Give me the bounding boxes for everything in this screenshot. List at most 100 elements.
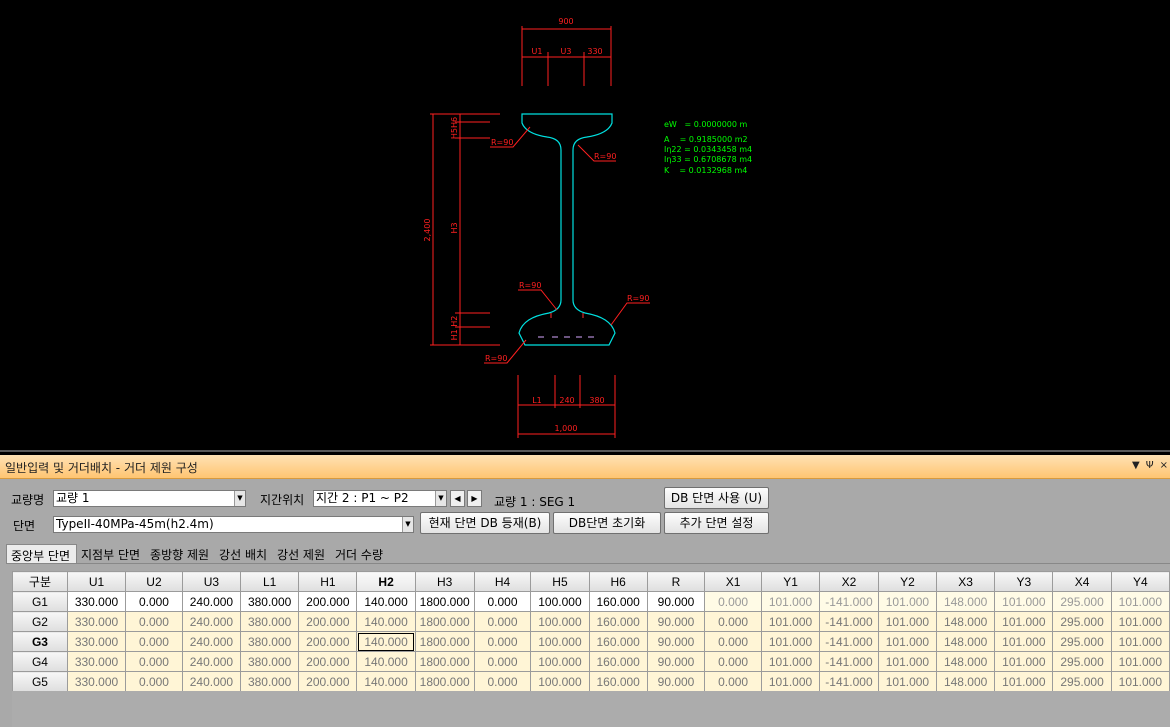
chevron-down-icon[interactable]: ▼ xyxy=(402,517,413,532)
table-cell[interactable]: 200.000 xyxy=(298,591,358,612)
table-cell[interactable]: 90.000 xyxy=(646,651,706,672)
table-row[interactable]: G1 330.000 0.000 240.000 380.000 200.000 140.0… xyxy=(12,591,1170,612)
table-cell[interactable]: 140.000 xyxy=(356,611,416,632)
table-cell[interactable]: 240.000 xyxy=(181,611,242,632)
chevron-down-icon[interactable]: ▼ xyxy=(234,491,245,506)
column-header[interactable]: H1 xyxy=(298,571,358,592)
table-cell[interactable]: 148.000 xyxy=(936,651,996,672)
table-cell[interactable]: 101.000 xyxy=(1110,611,1170,632)
column-header[interactable]: X3 xyxy=(936,571,996,592)
table-cell[interactable]: 160.000 xyxy=(588,671,648,691)
column-header[interactable]: U2 xyxy=(125,571,183,592)
column-header[interactable]: 구분 xyxy=(12,571,68,592)
table-cell[interactable]: 0.000 xyxy=(704,611,762,632)
tab-girder-quantity[interactable]: 거더 수량 xyxy=(331,544,389,564)
table-cell[interactable]: 160.000 xyxy=(588,591,648,612)
tab-longitudinal[interactable]: 종방향 제원 xyxy=(146,544,215,564)
close-icon[interactable]: × xyxy=(1160,460,1168,471)
table-cell[interactable]: 200.000 xyxy=(298,631,358,652)
table-cell[interactable]: 0.000 xyxy=(473,591,532,612)
table-cell[interactable]: 101.000 xyxy=(994,651,1054,672)
tab-tendon-layout[interactable]: 강선 배치 xyxy=(215,544,273,564)
table-cell[interactable]: 240.000 xyxy=(181,591,242,612)
table-cell[interactable]: 101.000 xyxy=(877,651,938,672)
table-cell[interactable]: 0.000 xyxy=(473,631,532,652)
table-cell[interactable]: 101.000 xyxy=(877,611,938,632)
row-header[interactable]: G5 xyxy=(12,671,68,691)
table-cell[interactable]: 101.000 xyxy=(994,611,1054,632)
column-header[interactable]: H6 xyxy=(588,571,648,592)
column-header[interactable]: U1 xyxy=(66,571,127,592)
row-header[interactable]: G3 xyxy=(12,631,68,652)
table-row[interactable]: G4 330.000 0.000 240.000 380.000 200.000 140.0… xyxy=(12,651,1170,672)
table-cell[interactable]: 0.000 xyxy=(704,591,762,612)
table-cell[interactable]: 148.000 xyxy=(936,631,996,652)
pin-icon[interactable]: Ψ xyxy=(1146,460,1154,471)
table-cell[interactable]: 140.000 xyxy=(356,671,416,691)
table-cell[interactable]: 100.000 xyxy=(530,591,590,612)
table-cell[interactable]: 295.000 xyxy=(1052,611,1112,632)
table-cell[interactable]: 100.000 xyxy=(530,651,590,672)
table-cell[interactable]: 0.000 xyxy=(473,611,532,632)
table-cell[interactable]: -141.000 xyxy=(819,671,879,691)
table-cell[interactable]: 90.000 xyxy=(646,611,706,632)
table-cell[interactable]: 101.000 xyxy=(1110,671,1170,691)
table-cell[interactable]: 0.000 xyxy=(473,651,532,672)
table-cell[interactable]: 330.000 xyxy=(66,611,127,632)
column-header[interactable]: L1 xyxy=(240,571,300,592)
table-cell[interactable]: 101.000 xyxy=(760,651,821,672)
table-cell[interactable]: 148.000 xyxy=(936,611,996,632)
row-header[interactable]: G4 xyxy=(12,651,68,672)
table-cell[interactable]: 0.000 xyxy=(125,591,183,612)
table-cell[interactable]: 101.000 xyxy=(760,611,821,632)
table-cell[interactable]: 380.000 xyxy=(240,631,300,652)
table-cell[interactable]: 101.000 xyxy=(1110,631,1170,652)
table-cell[interactable]: 330.000 xyxy=(66,631,127,652)
table-cell[interactable]: 1800.000 xyxy=(414,671,475,691)
table-cell[interactable]: 240.000 xyxy=(181,631,242,652)
table-cell[interactable]: 101.000 xyxy=(994,671,1054,691)
table-cell[interactable]: 0.000 xyxy=(704,651,762,672)
column-header[interactable]: H3 xyxy=(414,571,475,592)
row-header[interactable]: G2 xyxy=(12,611,68,632)
table-cell[interactable]: 100.000 xyxy=(530,671,590,691)
tab-support-section[interactable]: 지점부 단면 xyxy=(77,544,146,564)
table-cell[interactable]: 0.000 xyxy=(125,611,183,632)
table-cell[interactable]: 101.000 xyxy=(760,671,821,691)
column-header[interactable]: Y2 xyxy=(877,571,938,592)
table-cell[interactable]: 240.000 xyxy=(181,651,242,672)
table-cell[interactable]: 330.000 xyxy=(66,591,127,612)
table-cell[interactable]: 140.000 xyxy=(356,591,416,612)
table-cell[interactable]: 0.000 xyxy=(704,631,762,652)
girder-grid[interactable]: 구분 U1 U2 U3 L1 H1 H2 H3 H4 H5 H6 R X1 Y1 X2 Y2 X3 Y3 X4 Y4 … xyxy=(12,571,1170,691)
section-drawing-viewport[interactable]: 900 U1 U3 330 L1 240 380 1,000 2,400 H5H… xyxy=(0,0,1170,452)
table-cell[interactable]: 160.000 xyxy=(588,651,648,672)
table-cell[interactable]: 101.000 xyxy=(994,631,1054,652)
table-cell[interactable]: 1800.000 xyxy=(414,591,475,612)
table-cell[interactable]: 295.000 xyxy=(1052,591,1112,612)
span-select[interactable]: 지간 2 : P1 ~ P2 ▼ xyxy=(313,490,447,507)
table-cell[interactable]: 140.000 xyxy=(356,651,416,672)
table-cell[interactable]: 90.000 xyxy=(646,671,706,691)
table-cell[interactable]: 148.000 xyxy=(936,671,996,691)
table-cell[interactable]: 101.000 xyxy=(877,631,938,652)
table-cell[interactable]: 100.000 xyxy=(530,611,590,632)
table-cell[interactable]: 101.000 xyxy=(877,591,938,612)
table-cell[interactable]: 330.000 xyxy=(66,651,127,672)
table-cell[interactable]: 380.000 xyxy=(240,611,300,632)
table-cell[interactable]: -141.000 xyxy=(819,631,879,652)
column-header[interactable]: Y3 xyxy=(994,571,1054,592)
table-cell[interactable]: 200.000 xyxy=(298,611,358,632)
table-cell[interactable]: 140.000 xyxy=(356,631,416,652)
table-cell[interactable]: 0.000 xyxy=(125,651,183,672)
table-cell[interactable]: -141.000 xyxy=(819,651,879,672)
table-cell[interactable]: 0.000 xyxy=(704,671,762,691)
table-cell[interactable]: 101.000 xyxy=(1110,651,1170,672)
table-cell[interactable]: 101.000 xyxy=(760,591,821,612)
db-section-use-button[interactable]: DB 단면 사용 (U) xyxy=(664,487,769,509)
table-cell[interactable]: 330.000 xyxy=(66,671,127,691)
table-cell[interactable]: 90.000 xyxy=(646,591,706,612)
table-cell[interactable]: 1800.000 xyxy=(414,651,475,672)
table-cell[interactable]: 90.000 xyxy=(646,631,706,652)
table-cell[interactable]: 0.000 xyxy=(125,671,183,691)
